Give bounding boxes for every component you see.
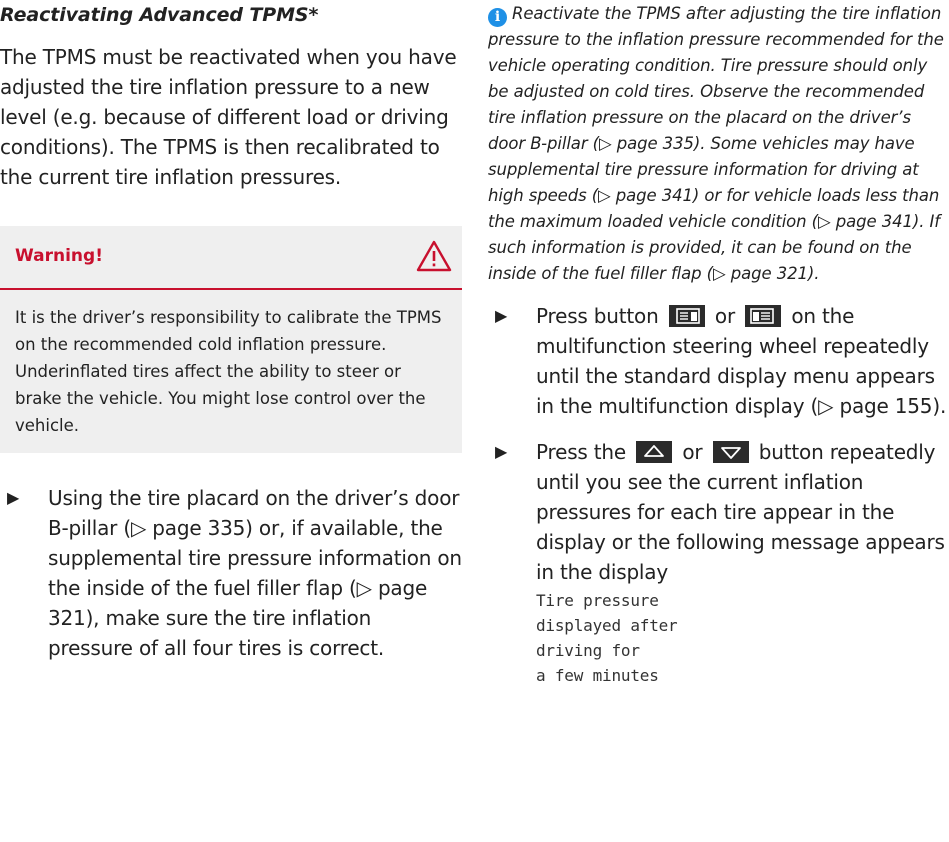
- step-select-menu: ▶ Press button or on the multifunction s…: [488, 301, 949, 421]
- bullet-arrow-icon: ▶: [7, 488, 20, 507]
- warning-header: Warning!: [0, 226, 462, 290]
- section-title: Reactivating Advanced TPMS*: [0, 4, 319, 26]
- step-check-pressure: ▶ Using the tire placard on the driver’s…: [0, 483, 462, 663]
- step1-or: or: [714, 304, 735, 328]
- step-text: Using the tire placard on the driver’s d…: [48, 486, 462, 660]
- display-page-back-icon: [668, 305, 705, 327]
- step1-before: Press button: [536, 304, 659, 328]
- down-arrow-icon: [712, 441, 749, 463]
- step2-before: Press the: [536, 440, 627, 464]
- step-show-pressures: ▶ Press the or button repeatedly until y…: [488, 437, 949, 688]
- warning-text: It is the driver’s responsibility to cal…: [15, 308, 442, 435]
- left-column: Reactivating Advanced TPMS* The TPMS mus…: [0, 0, 462, 663]
- info-icon: i: [488, 8, 507, 27]
- up-arrow-icon: [636, 441, 673, 463]
- info-note: i Reactivate the TPMS after adjusting the…: [488, 0, 949, 287]
- display-page-forward-icon: [745, 305, 782, 327]
- display-message: Tire pressure displayed after driving fo…: [536, 591, 678, 685]
- right-column: i Reactivate the TPMS after adjusting the…: [488, 0, 949, 688]
- intro-paragraph: The TPMS must be reactivated when you ha…: [0, 45, 457, 189]
- bullet-arrow-icon: ▶: [495, 306, 508, 325]
- step2-or: or: [682, 440, 703, 464]
- bullet-arrow-icon: ▶: [495, 442, 508, 461]
- info-note-text: Reactivate the TPMS after adjusting the …: [488, 4, 944, 283]
- warning-label: Warning!: [15, 246, 103, 266]
- warning-box: Warning! It is the driver’s responsibili…: [0, 226, 462, 453]
- warning-triangle-icon: [416, 240, 452, 272]
